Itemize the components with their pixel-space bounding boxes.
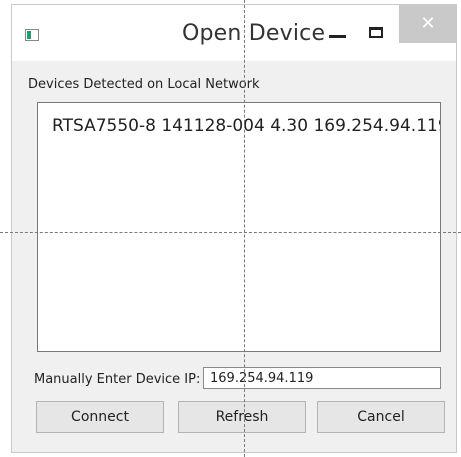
device-list-item[interactable]: RTSA7550-8 141128-004 4.30 169.254.94.11… xyxy=(52,116,440,136)
app-window-icon xyxy=(25,29,39,41)
close-button[interactable]: ✕ xyxy=(399,5,457,43)
refresh-button[interactable]: Refresh xyxy=(178,401,306,433)
cancel-button[interactable]: Cancel xyxy=(317,401,445,433)
horizontal-guide-line xyxy=(0,232,461,233)
manual-ip-label: Manually Enter Device IP: xyxy=(34,372,201,387)
title-bar[interactable]: Open Device ✕ xyxy=(12,5,457,61)
vertical-guide-line xyxy=(244,0,245,457)
minimize-icon xyxy=(329,35,346,38)
connect-button[interactable]: Connect xyxy=(36,401,164,433)
open-device-dialog: Open Device ✕ Devices Detected on Local … xyxy=(11,4,457,453)
devices-group-label: Devices Detected on Local Network xyxy=(28,77,260,92)
maximize-button[interactable] xyxy=(367,17,391,45)
close-icon: ✕ xyxy=(420,13,436,34)
maximize-icon xyxy=(369,27,383,38)
minimize-button[interactable] xyxy=(324,17,354,45)
device-list[interactable]: RTSA7550-8 141128-004 4.30 169.254.94.11… xyxy=(37,102,441,352)
window-title: Open Device xyxy=(182,21,326,46)
device-ip-input[interactable] xyxy=(203,367,441,389)
